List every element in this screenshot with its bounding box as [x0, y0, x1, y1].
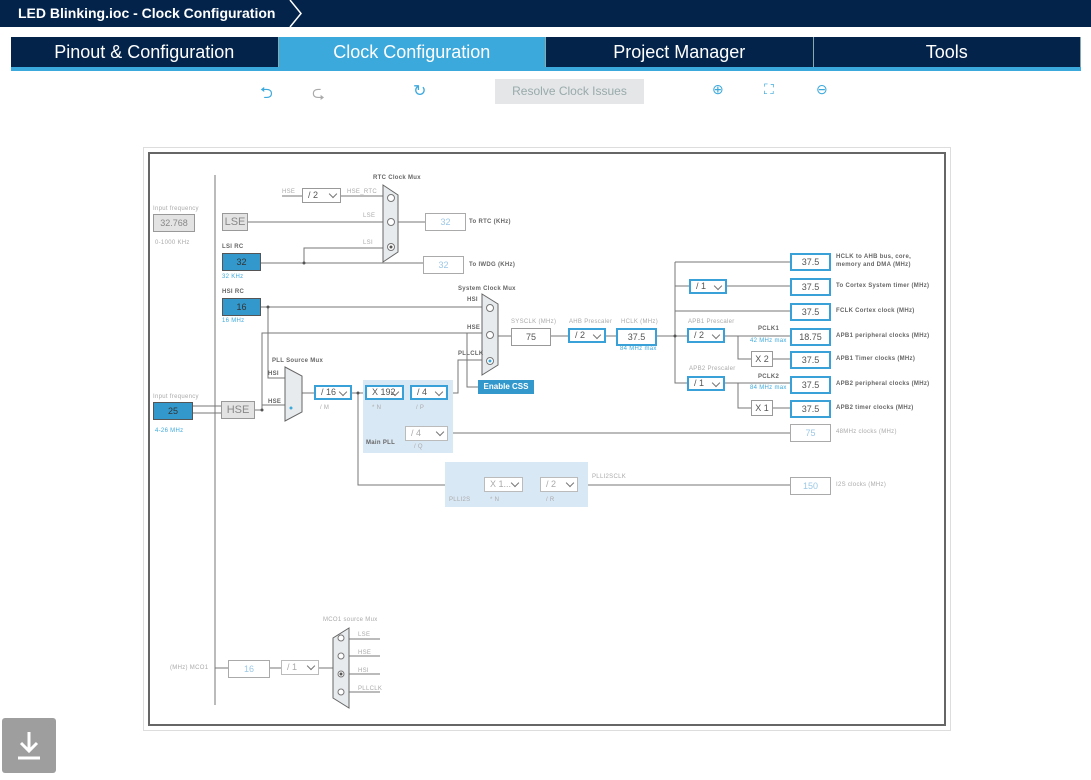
download-icon	[18, 732, 40, 760]
mco-hse: HSE	[358, 650, 372, 656]
mco1-mux-label: MCO1 source Mux	[323, 617, 378, 623]
pclk1-max: 42 MHz max	[750, 338, 787, 344]
hse-input-frequency[interactable]: 25	[153, 402, 193, 420]
hse-input-label: Input frequency	[153, 394, 199, 400]
lsi-unit: 32 KHz	[222, 274, 244, 280]
plli2s-r-dropdown[interactable]: / 2	[540, 477, 578, 492]
iwdg-output-label: To IWDG (KHz)	[469, 262, 516, 268]
lse-range: 0-1000 KHz	[155, 240, 190, 246]
output-48mhz-label: 48MHz clocks (MHz)	[836, 429, 897, 435]
plli2sclk-label: PLLI2SCLK	[592, 474, 627, 480]
lse-input-label: Input frequency	[153, 206, 199, 212]
enable-css-button[interactable]: Enable CSS	[478, 380, 534, 394]
apb1-timer-multiplier: X 2	[751, 351, 773, 367]
output-apb2-timer-value[interactable]: 37.5	[790, 400, 831, 418]
plli2s-n-label: * N	[490, 497, 500, 503]
pll-n-dropdown[interactable]: X 192	[365, 385, 404, 400]
output-apb1-periph-value[interactable]: 18.75	[790, 328, 831, 346]
apb2-timer-multiplier: X 1	[751, 400, 773, 416]
rtc-output-label: To RTC (KHz)	[469, 219, 511, 225]
output-i2s-value: 150	[790, 477, 831, 495]
sysmux-pllclk: PLLCLK	[458, 351, 484, 357]
sysmux-hsi: HSI	[467, 297, 478, 303]
cortex-timer-divider[interactable]: / 1	[689, 279, 727, 294]
pll-source-mux	[284, 366, 303, 422]
output-cortex-timer-value[interactable]: 37.5	[790, 278, 831, 296]
pll-m-label: / M	[320, 405, 330, 411]
rtc-lse-input: LSE	[363, 213, 376, 219]
pll-m-dropdown[interactable]: / 16	[314, 385, 352, 400]
pllsrc-hsi: HSI	[268, 371, 279, 377]
mco-pllclk: PLLCLK	[358, 686, 383, 692]
hclk-value[interactable]: 37.5	[616, 328, 657, 346]
lse-block[interactable]: LSE	[222, 213, 248, 231]
apb1-prescaler-label: APB1 Prescaler	[688, 319, 735, 325]
hse-block[interactable]: HSE	[221, 401, 255, 419]
output-apb1-periph-label: APB1 peripheral clocks (MHz)	[836, 333, 930, 339]
rtc-hse-input: HSE	[282, 189, 296, 195]
rtc-output-value: 32	[425, 213, 466, 231]
apb1-prescaler-dropdown[interactable]: / 2	[687, 328, 725, 343]
pllsrc-hse: HSE	[268, 399, 282, 405]
pclk2-max: 84 MHz max	[750, 385, 787, 391]
mco1-divider[interactable]: / 1	[281, 660, 319, 675]
pll-q-dropdown[interactable]: / 4	[405, 426, 448, 441]
output-hclk-label-2: memory and DMA (MHz)	[836, 262, 911, 268]
sysmux-hse: HSE	[467, 325, 481, 331]
pll-n-label: * N	[372, 405, 382, 411]
output-i2s-label: I2S clocks (MHz)	[836, 482, 887, 488]
ahb-prescaler-label: AHB Prescaler	[569, 319, 613, 325]
hclk-max: 84 MHz max	[620, 346, 657, 352]
mco-hsi: HSI	[358, 668, 369, 674]
hse-rtc-label: HSE_RTC	[347, 189, 377, 195]
pll-source-mux-label: PLL Source Mux	[272, 358, 324, 364]
output-hclk-label: HCLK to AHB bus, core,	[836, 254, 912, 260]
pll-p-dropdown[interactable]: / 4	[410, 385, 448, 400]
plli2s-n-dropdown[interactable]: X 1...	[484, 477, 523, 492]
output-fclk-value[interactable]: 37.5	[790, 303, 831, 321]
sysclk-label: SYSCLK (MHz)	[511, 319, 557, 325]
lse-input-frequency[interactable]: 32.768	[153, 214, 195, 232]
ahb-prescaler-dropdown[interactable]: / 2	[568, 328, 606, 343]
hse-rtc-divider[interactable]: / 2	[302, 188, 341, 203]
hse-range: 4-26 MHz	[155, 428, 184, 434]
apb2-prescaler-dropdown[interactable]: / 1	[687, 376, 725, 391]
output-apb2-periph-value[interactable]: 37.5	[790, 376, 831, 394]
pll-q-label: / Q	[414, 444, 423, 450]
sysclk-value[interactable]: 75	[511, 328, 551, 346]
hsi-unit: 16 MHz	[222, 318, 245, 324]
hsi-value: 16	[222, 298, 261, 316]
system-clock-mux-label: System Clock Mux	[458, 286, 516, 292]
output-apb1-timer-label: APB1 Timer clocks (MHz)	[836, 356, 916, 362]
lsi-value: 32	[222, 253, 261, 271]
main-pll-label: Main PLL	[366, 440, 396, 446]
mco1-value: 16	[228, 660, 270, 678]
apb2-prescaler-label: APB2 Prescaler	[689, 366, 736, 372]
pclk1-label: PCLK1	[758, 326, 780, 332]
plli2s-label: PLLI2S	[449, 497, 471, 503]
rtc-lsi-input: LSI	[363, 240, 373, 246]
clock-tree-wires	[193, 175, 790, 709]
output-hclk-value[interactable]: 37.5	[790, 253, 831, 271]
output-apb2-periph-label: APB2 peripheral clocks (MHz)	[836, 381, 930, 387]
download-button[interactable]	[2, 718, 56, 773]
iwdg-output-value: 32	[423, 256, 464, 274]
output-apb2-timer-label: APB2 timer clocks (MHz)	[836, 405, 914, 411]
output-apb1-timer-value[interactable]: 37.5	[790, 351, 831, 369]
plli2s-r-label: / R	[546, 497, 555, 503]
output-cortex-timer-label: To Cortex System timer (MHz)	[836, 283, 930, 289]
hclk-label: HCLK (MHz)	[621, 319, 658, 325]
pll-p-label: / P	[416, 405, 425, 411]
lsi-label: LSI RC	[222, 244, 244, 250]
pclk2-label: PCLK2	[758, 374, 780, 380]
output-fclk-label: FCLK Cortex clock (MHz)	[836, 308, 915, 314]
rtc-mux-label: RTC Clock Mux	[373, 175, 421, 181]
output-48mhz-value: 75	[790, 424, 831, 442]
hsi-label: HSI RC	[222, 289, 245, 295]
mco-lse: LSE	[358, 632, 371, 638]
mco1-label: (MHz) MCO1	[170, 665, 209, 671]
